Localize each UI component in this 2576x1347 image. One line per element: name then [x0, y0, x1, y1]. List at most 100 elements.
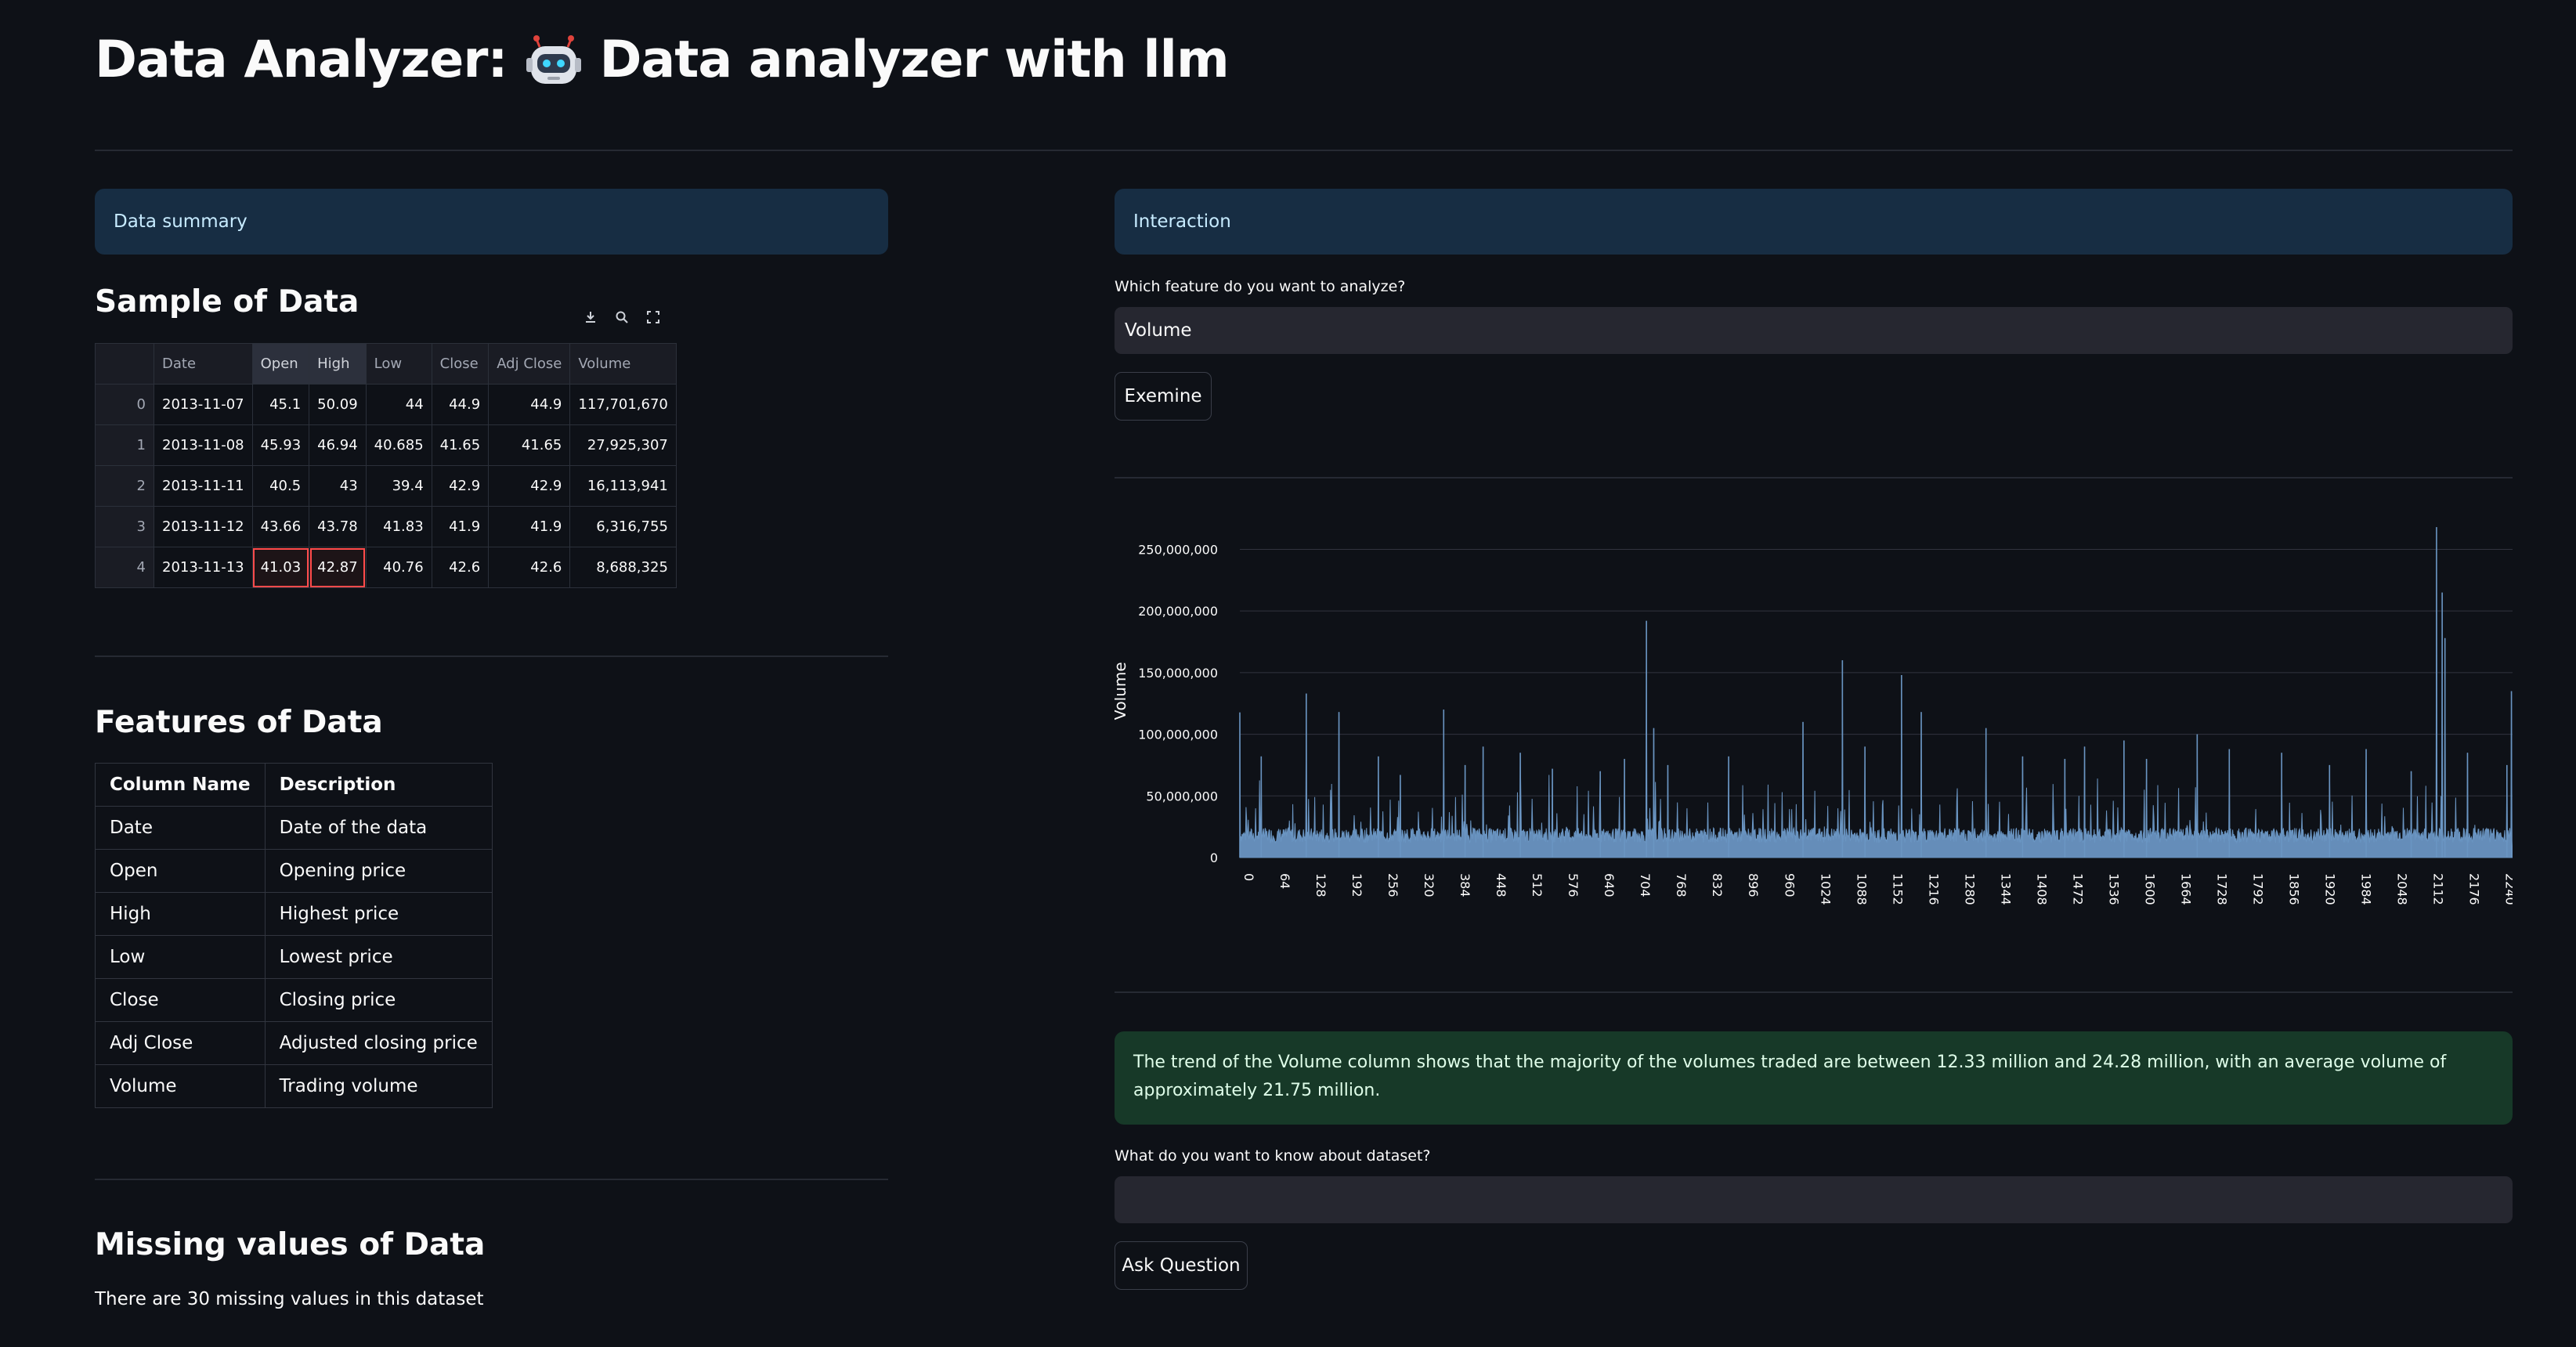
table-cell[interactable]: 40.76 [365, 547, 432, 588]
table-cell[interactable]: 39.4 [365, 465, 432, 507]
table-cell[interactable]: 44 [365, 384, 432, 425]
column-header[interactable]: Volume [569, 343, 677, 385]
feature-input-value: Volume [1125, 320, 1192, 341]
row-index: 4 [95, 547, 154, 588]
examine-button[interactable]: Exemine [1115, 372, 1212, 421]
selected-table-cell[interactable]: 41.03 [251, 547, 310, 588]
x-tick-label: 1536 [2106, 873, 2121, 905]
x-tick-label: 1216 [1926, 873, 1941, 905]
table-cell[interactable]: 41.83 [365, 506, 432, 547]
header-divider [95, 150, 2513, 151]
missing-heading: Missing values of Data [95, 1227, 486, 1262]
column-header[interactable]: Low [365, 343, 432, 385]
data-summary-text: Data summary [114, 211, 247, 232]
y-tick-label: 100,000,000 [1138, 728, 1218, 742]
feature-input[interactable]: Volume [1115, 307, 2513, 354]
table-cell[interactable]: 43.66 [251, 506, 310, 547]
table-cell[interactable]: 2013-11-08 [154, 424, 253, 466]
table-cell[interactable]: 2013-11-12 [154, 506, 253, 547]
table-header-row: Column Name Description [95, 763, 493, 807]
feature-description: Highest price [264, 892, 493, 936]
y-tick-label: 50,000,000 [1146, 789, 1218, 804]
feature-description: Trading volume [264, 1064, 493, 1108]
table-cell[interactable]: 2013-11-13 [154, 547, 253, 588]
volume-series [1239, 527, 2513, 858]
table-cell[interactable]: 44.9 [431, 384, 490, 425]
x-tick-label: 896 [1746, 873, 1761, 897]
feature-name: Adj Close [95, 1021, 266, 1065]
table-cell[interactable]: 41.9 [431, 506, 490, 547]
x-tick-label: 128 [1313, 873, 1328, 897]
section-divider [1115, 477, 2513, 478]
table-cell[interactable]: 2013-11-07 [154, 384, 253, 425]
table-row: 1 2013-11-08 45.93 46.94 40.685 41.65 41… [95, 424, 677, 466]
table-cell[interactable]: 6,316,755 [569, 506, 677, 547]
download-icon[interactable] [580, 307, 601, 327]
table-row: 2 2013-11-11 40.5 43 39.4 42.9 42.9 16,1… [95, 465, 677, 507]
table-cell[interactable]: 27,925,307 [569, 424, 677, 466]
x-tick-label: 1792 [2250, 873, 2265, 905]
feature-description: Closing price [264, 978, 493, 1022]
feature-description: Date of the data [264, 806, 493, 850]
x-tick-label: 2176 [2467, 873, 2482, 905]
column-header[interactable]: High [309, 343, 367, 385]
table-cell[interactable]: 40.685 [365, 424, 432, 466]
table-cell[interactable]: 44.9 [488, 384, 571, 425]
column-header[interactable]: Adj Close [488, 343, 571, 385]
feature-name: Close [95, 978, 266, 1022]
title-prefix: Data Analyzer: [95, 30, 508, 89]
table-cell[interactable]: 41.65 [488, 424, 571, 466]
table-cell[interactable]: 42.9 [431, 465, 490, 507]
table-row: Volume Trading volume [95, 1064, 493, 1108]
ask-question-button[interactable]: Ask Question [1115, 1241, 1248, 1290]
insight-message: The trend of the Volume column shows tha… [1115, 1031, 2513, 1125]
data-summary-box: Data summary [95, 189, 888, 255]
x-tick-label: 1984 [2359, 873, 2374, 905]
x-tick-label: 448 [1494, 873, 1508, 897]
x-tick-label: 1728 [2214, 873, 2229, 905]
table-cell[interactable]: 16,113,941 [569, 465, 677, 507]
question-label: What do you want to know about dataset? [1115, 1147, 1431, 1165]
y-tick-label: 150,000,000 [1138, 666, 1218, 681]
table-cell[interactable]: 40.5 [251, 465, 310, 507]
sample-heading: Sample of Data [95, 284, 359, 320]
table-cell[interactable]: 50.09 [309, 384, 367, 425]
question-input[interactable] [1115, 1176, 2513, 1223]
volume-chart[interactable]: 0 50,000,000 100,000,000 150,000,000 200,000… [1115, 509, 2513, 924]
row-index: 0 [95, 384, 154, 425]
table-cell[interactable]: 2013-11-11 [154, 465, 253, 507]
x-tick-label: 704 [1638, 873, 1653, 897]
table-cell[interactable]: 42.6 [431, 547, 490, 588]
table-cell[interactable]: 41.9 [488, 506, 571, 547]
column-header[interactable]: Date [154, 343, 253, 385]
x-tick-label: 1664 [2178, 873, 2193, 905]
insight-text: The trend of the Volume column shows tha… [1133, 1053, 2447, 1100]
table-cell[interactable]: 42.9 [488, 465, 571, 507]
section-divider [95, 1179, 888, 1180]
missing-values-text: There are 30 missing values in this data… [95, 1289, 484, 1309]
table-cell[interactable]: 46.94 [309, 424, 367, 466]
table-cell[interactable]: 45.1 [251, 384, 310, 425]
x-tick-label: 1600 [2142, 873, 2157, 905]
selected-table-cell[interactable]: 42.87 [309, 547, 367, 588]
table-cell[interactable]: 42.6 [488, 547, 571, 588]
y-axis-label: Volume [1115, 662, 1129, 720]
x-tick-label: 256 [1386, 873, 1400, 897]
sample-data-table[interactable]: Date Open High Low Close Adj Close Volum… [95, 343, 677, 588]
x-tick-label: 1088 [1854, 873, 1869, 905]
table-cell[interactable]: 8,688,325 [569, 547, 677, 588]
search-icon[interactable] [612, 307, 632, 327]
column-header[interactable]: Open [251, 343, 310, 385]
table-cell[interactable]: 41.65 [431, 424, 490, 466]
x-tick-label: 192 [1349, 873, 1364, 897]
table-cell[interactable]: 43 [309, 465, 367, 507]
feature-name: Low [95, 935, 266, 979]
column-header: Column Name [95, 763, 266, 807]
table-cell[interactable]: 45.93 [251, 424, 310, 466]
interaction-text: Interaction [1133, 211, 1231, 232]
table-cell[interactable]: 43.78 [309, 506, 367, 547]
fullscreen-icon[interactable] [643, 307, 663, 327]
table-cell[interactable]: 117,701,670 [569, 384, 677, 425]
column-header[interactable]: Close [431, 343, 490, 385]
table-row: 0 2013-11-07 45.1 50.09 44 44.9 44.9 117… [95, 384, 677, 425]
